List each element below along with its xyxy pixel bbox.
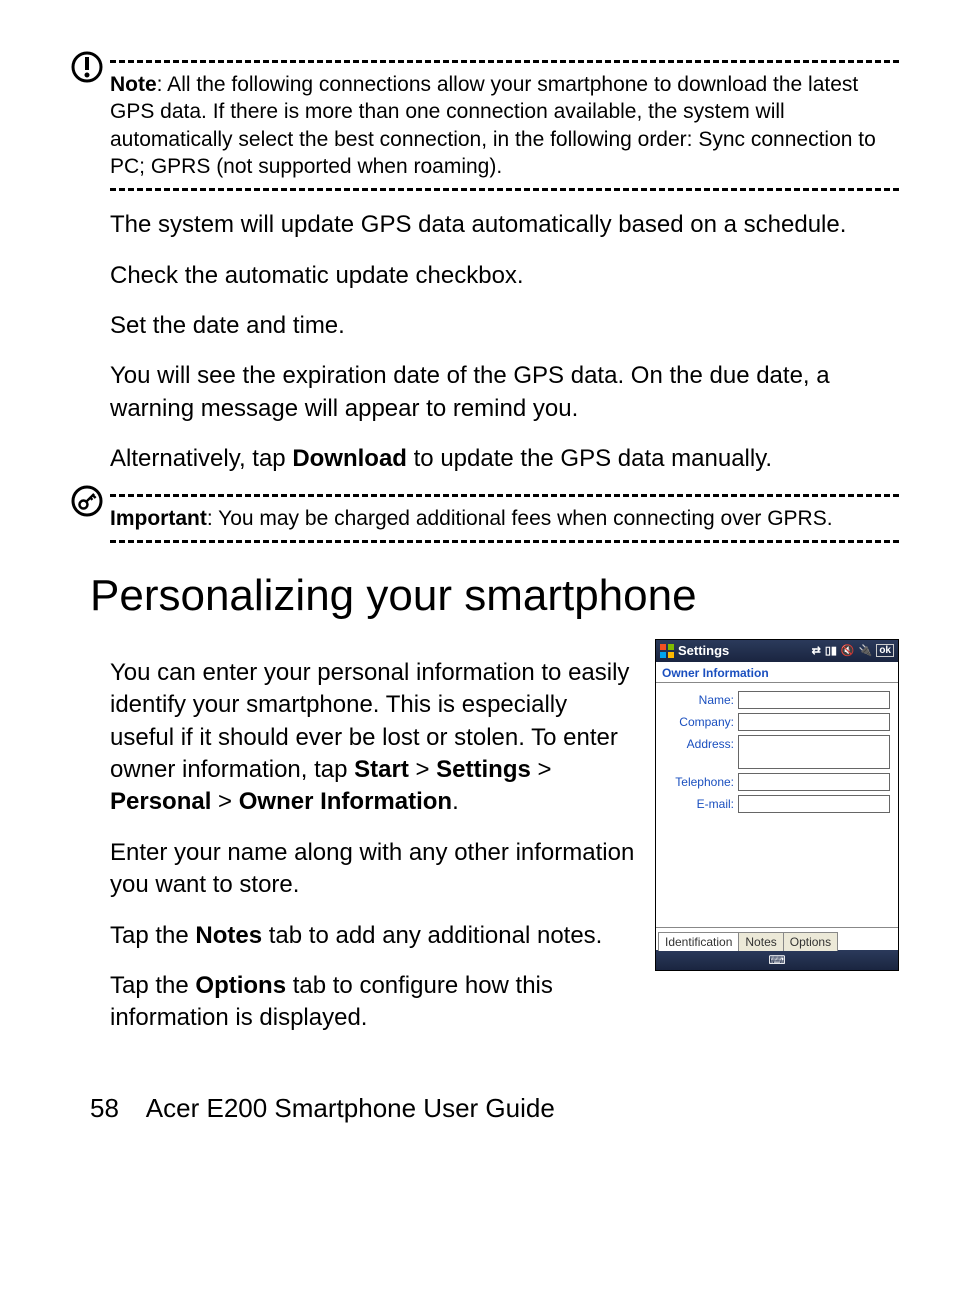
body-paragraph: Check the automatic update checkbox. [110, 260, 899, 292]
signal-icon: ▯▮ [825, 644, 837, 657]
connectivity-icon: ⇄ [812, 644, 821, 657]
text-bold: Settings [436, 756, 531, 783]
screenshot-titlebar: Settings ⇄ ▯▮ 🔇 🔌 ok [656, 640, 898, 662]
text-bold: Notes [195, 922, 262, 949]
form-row: Telephone: [656, 773, 890, 791]
telephone-field[interactable] [738, 773, 890, 791]
name-field[interactable] [738, 691, 890, 709]
dashed-rule [110, 60, 899, 63]
screenshot-bottom-bar: ⌨ [656, 950, 898, 970]
company-field[interactable] [738, 713, 890, 731]
tray-icons: ⇄ ▯▮ 🔇 🔌 ok [812, 644, 894, 657]
text-run: > [409, 756, 436, 783]
document-page: Note: All the following connections allo… [0, 0, 954, 1164]
body-paragraph: The system will update GPS data automati… [110, 209, 899, 241]
note-text: : All the following connections allow yo… [110, 73, 876, 178]
form-row: Address: [656, 735, 890, 769]
email-field[interactable] [738, 795, 890, 813]
left-column: You can enter your personal information … [110, 639, 635, 1053]
tab-identification[interactable]: Identification [658, 932, 739, 951]
owner-form: Name: Company: Address: Telephone: E-mai… [656, 687, 898, 813]
name-label: Name: [656, 691, 738, 707]
spacer [656, 817, 898, 927]
text-run: Tap the [110, 922, 195, 949]
tab-bar: Identification Notes Options [656, 927, 898, 950]
volume-icon: 🔇 [841, 644, 855, 657]
important-text: : You may be charged additional fees whe… [207, 507, 833, 530]
address-field[interactable] [738, 735, 890, 769]
body-paragraph: You can enter your personal information … [110, 657, 635, 819]
key-icon [70, 484, 104, 518]
page-number: 58 [90, 1093, 140, 1124]
text-run: to update the GPS data manually. [407, 445, 772, 472]
keyboard-icon[interactable]: ⌨ [768, 953, 785, 967]
dashed-rule [110, 188, 899, 191]
embedded-screenshot: Settings ⇄ ▯▮ 🔇 🔌 ok Owner Information N… [655, 639, 899, 971]
text-bold: Personal [110, 788, 211, 815]
note-body: Note: All the following connections allo… [110, 71, 899, 180]
text-bold: Owner Information [239, 788, 452, 815]
text-run: > [211, 788, 238, 815]
body-paragraph: Alternatively, tap Download to update th… [110, 443, 899, 475]
screenshot-header: Owner Information [656, 662, 898, 680]
form-row: Company: [656, 713, 890, 731]
note-callout: Note: All the following connections allo… [70, 60, 899, 191]
divider [656, 682, 898, 683]
footer-title: Acer E200 Smartphone User Guide [146, 1093, 555, 1123]
important-callout: Important: You may be charged additional… [70, 494, 899, 543]
tab-options[interactable]: Options [783, 932, 838, 951]
email-label: E-mail: [656, 795, 738, 811]
windows-logo-icon [660, 644, 674, 658]
address-label: Address: [656, 735, 738, 751]
body-paragraph: You will see the expiration date of the … [110, 360, 899, 425]
form-row: Name: [656, 691, 890, 709]
text-bold: Options [195, 972, 286, 999]
text-run: Tap the [110, 972, 195, 999]
company-label: Company: [656, 713, 738, 729]
dashed-rule [110, 494, 899, 497]
text-bold: Start [354, 756, 409, 783]
body-paragraph: Set the date and time. [110, 310, 899, 342]
body-paragraph: Tap the Notes tab to add any additional … [110, 920, 635, 952]
text-run: > [531, 756, 552, 783]
important-label: Important [110, 507, 207, 530]
ok-button[interactable]: ok [876, 644, 894, 657]
battery-icon: 🔌 [859, 644, 873, 657]
screenshot-title: Settings [678, 643, 808, 658]
tab-notes[interactable]: Notes [738, 932, 783, 951]
important-body: Important: You may be charged additional… [110, 505, 899, 532]
section-heading: Personalizing your smartphone [90, 571, 899, 621]
dashed-rule [110, 540, 899, 543]
note-label: Note [110, 73, 157, 96]
text-bold: Download [292, 445, 407, 472]
form-row: E-mail: [656, 795, 890, 813]
text-run: . [452, 788, 459, 815]
exclamation-icon [70, 50, 104, 84]
text-run: Alternatively, tap [110, 445, 292, 472]
body-paragraph: Tap the Options tab to configure how thi… [110, 970, 635, 1035]
page-footer: 58 Acer E200 Smartphone User Guide [90, 1093, 899, 1124]
telephone-label: Telephone: [656, 773, 738, 789]
text-run: tab to add any additional notes. [262, 922, 602, 949]
body-paragraph: Enter your name along with any other inf… [110, 837, 635, 902]
two-column-layout: You can enter your personal information … [110, 639, 899, 1053]
